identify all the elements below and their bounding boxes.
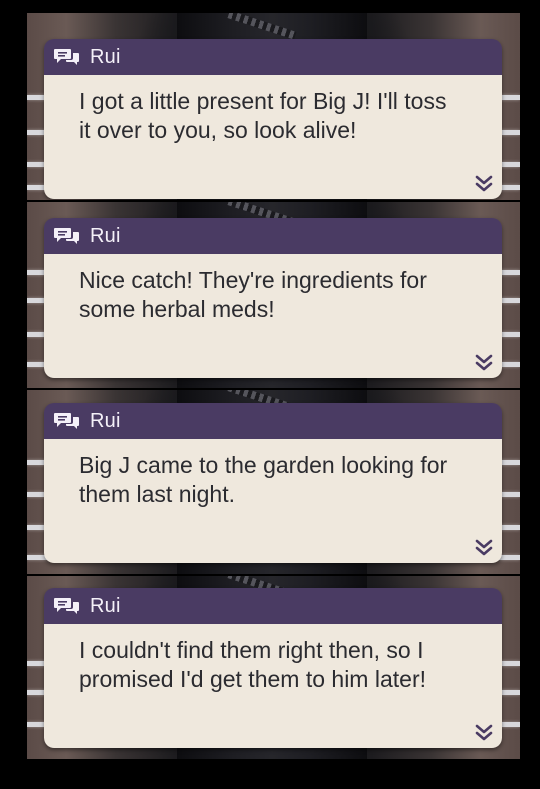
dialog-box[interactable]: Rui Big J came to the garden looking for… <box>44 403 502 563</box>
story-screenshot-strip: Rui I got a little present for Big J! I'… <box>27 13 520 759</box>
dialog-box[interactable]: Rui I couldn't find them right then, so … <box>44 588 502 748</box>
double-chevron-down-icon[interactable] <box>474 539 494 557</box>
dialog-body: Nice catch! They're ingredients for some… <box>44 254 502 378</box>
chat-bubbles-icon <box>54 598 79 614</box>
dialog-text: Big J came to the garden looking for the… <box>79 452 448 507</box>
dialog-box[interactable]: Rui I got a little present for Big J! I'… <box>44 39 502 199</box>
double-chevron-down-icon[interactable] <box>474 354 494 372</box>
dialog-text: I got a little present for Big J! I'll t… <box>79 88 447 143</box>
double-chevron-down-icon[interactable] <box>474 175 494 193</box>
dialog-header: Rui <box>44 39 502 75</box>
dialog-header: Rui <box>44 588 502 624</box>
speaker-name: Rui <box>90 46 121 68</box>
story-panel-4: Rui I couldn't find them right then, so … <box>27 576 520 759</box>
dialog-header: Rui <box>44 218 502 254</box>
story-panel-2: Rui Nice catch! They're ingredients for … <box>27 202 520 388</box>
speaker-name: Rui <box>90 595 121 617</box>
dialog-body: I couldn't find them right then, so I pr… <box>44 624 502 748</box>
dialog-text: Nice catch! They're ingredients for some… <box>79 267 427 322</box>
dialog-box[interactable]: Rui Nice catch! They're ingredients for … <box>44 218 502 378</box>
story-panel-1: Rui I got a little present for Big J! I'… <box>27 13 520 200</box>
dialog-body: Big J came to the garden looking for the… <box>44 439 502 563</box>
chat-bubbles-icon <box>54 49 79 65</box>
chat-bubbles-icon <box>54 228 79 244</box>
chat-bubbles-icon <box>54 413 79 429</box>
dialog-header: Rui <box>44 403 502 439</box>
speaker-name: Rui <box>90 410 121 432</box>
speaker-name: Rui <box>90 225 121 247</box>
dialog-body: I got a little present for Big J! I'll t… <box>44 75 502 199</box>
double-chevron-down-icon[interactable] <box>474 724 494 742</box>
story-panel-3: Rui Big J came to the garden looking for… <box>27 390 520 574</box>
dialog-text: I couldn't find them right then, so I pr… <box>79 637 426 692</box>
